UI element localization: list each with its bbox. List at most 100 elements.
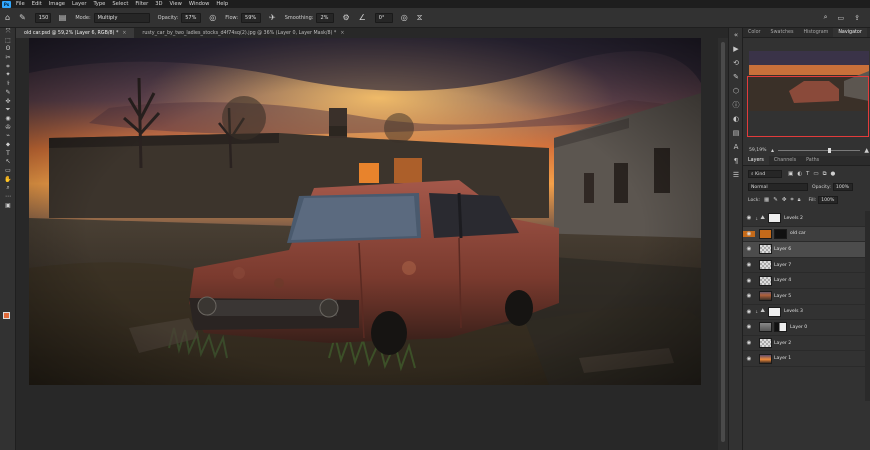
filter-toggle-icon[interactable]: ● xyxy=(831,171,836,177)
flow-input[interactable]: 59% xyxy=(241,12,262,23)
zoom-slider-knob[interactable] xyxy=(828,148,832,153)
pressure-opacity-icon[interactable]: ◎ xyxy=(209,13,216,22)
menu-layer[interactable]: Layer xyxy=(72,1,86,7)
zoom-in-icon[interactable]: ▲ xyxy=(864,147,869,154)
lock-all-icon[interactable]: 🔒︎ xyxy=(798,197,801,204)
layer-thumbnail[interactable] xyxy=(759,291,772,302)
share-icon[interactable]: ⇪ xyxy=(854,14,860,22)
adjustments-icon[interactable]: ◐ xyxy=(729,112,743,126)
document-tab-rusty-car[interactable]: rusty_car_by_two_ladies_stocks_d4f74sq(2… xyxy=(134,28,352,38)
layer-thumbnail[interactable] xyxy=(759,260,772,271)
navigator-view-frame[interactable] xyxy=(747,76,869,137)
filter-shape-icon[interactable]: ▭ xyxy=(813,171,818,177)
search-icon[interactable]: ⌕ xyxy=(824,13,828,22)
layer-thumbnail[interactable] xyxy=(759,244,772,255)
layer-row[interactable]: ◉ Layer 6 xyxy=(743,242,865,258)
filter-adjustment-icon[interactable]: ◐ xyxy=(797,171,802,177)
filter-smart-icon[interactable]: ⧉ xyxy=(823,171,827,178)
crop-tool-icon[interactable]: ✂ xyxy=(0,54,16,63)
visibility-eye-icon[interactable]: ◉ xyxy=(743,278,755,284)
visibility-eye-icon[interactable]: ◉ xyxy=(743,246,755,252)
layer-row[interactable]: ◉ Layer 2 xyxy=(743,336,865,352)
layer-mask-thumbnail[interactable] xyxy=(774,228,787,239)
quick-mask-icon[interactable]: ▣ xyxy=(0,202,16,211)
frame-tool-icon[interactable]: ⌗ xyxy=(0,63,16,72)
tab-histogram[interactable]: Histogram xyxy=(798,28,833,37)
visibility-eye-icon[interactable]: ◉ xyxy=(743,230,755,237)
properties-icon[interactable]: ▤ xyxy=(729,126,743,140)
lock-artboard-icon[interactable]: ⌗ xyxy=(790,197,793,204)
scrollbar-thumb[interactable] xyxy=(721,42,725,442)
brush-tool-icon[interactable]: ✎ xyxy=(19,13,26,22)
airbrush-icon[interactable]: ✈ xyxy=(269,13,276,22)
layer-name[interactable]: Levels 2 xyxy=(784,216,803,221)
canvas-scrollbar[interactable] xyxy=(718,38,728,450)
layer-row[interactable]: ◉ Layer 5 xyxy=(743,289,865,305)
layer-thumbnail[interactable] xyxy=(759,228,772,239)
layer-name[interactable]: Layer 6 xyxy=(774,247,791,252)
type-tool-icon[interactable]: T xyxy=(0,150,16,159)
menu-filter[interactable]: Filter xyxy=(135,1,148,7)
rectangle-tool-icon[interactable]: ▭ xyxy=(0,167,16,176)
layer-opacity-input[interactable]: 100% xyxy=(832,183,853,191)
zoom-out-icon[interactable]: ▴ xyxy=(771,147,774,154)
zoom-value[interactable]: 59,19% xyxy=(749,148,771,153)
menu-type[interactable]: Type xyxy=(93,1,105,7)
visibility-eye-icon[interactable]: ◉ xyxy=(743,293,755,299)
close-icon[interactable]: × xyxy=(122,31,126,36)
lock-position-icon[interactable]: ✥ xyxy=(782,197,787,203)
layer-row[interactable]: ◉ Layer 7 xyxy=(743,258,865,274)
menu-window[interactable]: Window xyxy=(189,1,209,7)
menu-edit[interactable]: Edit xyxy=(32,1,42,7)
layer-thumbnail[interactable] xyxy=(759,275,772,286)
symmetry-icon[interactable]: ⧖ xyxy=(417,13,423,23)
layer-name[interactable]: old car xyxy=(790,231,806,236)
visibility-eye-icon[interactable]: ◉ xyxy=(743,324,755,330)
move-tool-icon[interactable]: ⤧ xyxy=(0,28,16,37)
layer-row[interactable]: ◉ Layer 0 xyxy=(743,320,865,336)
dodge-tool-icon[interactable]: ⬥ xyxy=(0,141,16,150)
smoothing-settings-icon[interactable]: ⚙ xyxy=(342,13,349,22)
hand-tool-icon[interactable]: ✋ xyxy=(0,176,16,185)
layer-mask-thumbnail[interactable] xyxy=(767,306,781,317)
gradient-tool-icon[interactable]: ✇ xyxy=(0,124,16,133)
layers-scrollbar[interactable] xyxy=(865,211,870,401)
tab-swatches[interactable]: Swatches xyxy=(766,28,799,37)
opacity-input[interactable]: 57% xyxy=(181,12,202,23)
layer-name[interactable]: Levels 3 xyxy=(784,309,803,314)
menu-3d[interactable]: 3D xyxy=(155,1,162,7)
clone-stamp-tool-icon[interactable]: ✜ xyxy=(0,98,16,107)
character-icon[interactable]: A xyxy=(729,140,743,154)
tab-color[interactable]: Color xyxy=(743,28,766,37)
document-tab-old-car[interactable]: old car.psd @ 59,2% (Layer 6, RGB/8) * × xyxy=(16,28,135,38)
smoothing-input[interactable]: 2% xyxy=(316,12,335,23)
play-icon[interactable]: ▶ xyxy=(729,42,743,56)
path-selection-tool-icon[interactable]: ↖ xyxy=(0,158,16,167)
more-tools-icon[interactable]: ⋯ xyxy=(0,193,16,202)
document-canvas[interactable] xyxy=(29,38,701,385)
brush-tool-icon[interactable]: ✎ xyxy=(0,89,16,98)
layer-row[interactable]: ◉ ↓ ⛰ Levels 2 xyxy=(743,211,865,227)
lock-transparent-icon[interactable]: ▦ xyxy=(764,197,769,203)
layer-name[interactable]: Layer 4 xyxy=(774,278,791,283)
lock-image-icon[interactable]: ✎ xyxy=(773,197,778,203)
marquee-tool-icon[interactable]: ⬚ xyxy=(0,37,16,46)
layer-row[interactable]: ◉ old car xyxy=(743,226,865,243)
layer-name[interactable]: Layer 2 xyxy=(774,341,791,346)
visibility-eye-icon[interactable]: ◉ xyxy=(743,262,755,268)
menu-view[interactable]: View xyxy=(170,1,182,7)
layer-mask-thumbnail[interactable] xyxy=(767,213,781,224)
3d-icon[interactable]: ⬡ xyxy=(729,84,743,98)
visibility-eye-icon[interactable]: ◉ xyxy=(743,309,755,315)
workspace-icon[interactable]: ▭ xyxy=(838,14,845,22)
foreground-color-swatch[interactable] xyxy=(3,312,10,319)
eyedropper-tool-icon[interactable]: ✦ xyxy=(0,71,16,80)
zoom-slider[interactable] xyxy=(778,148,861,153)
libraries-icon[interactable]: ☰ xyxy=(729,168,743,182)
layer-name[interactable]: Layer 0 xyxy=(790,325,807,330)
brush-preset-icon[interactable]: ✎ xyxy=(729,70,743,84)
layer-mask-thumbnail[interactable] xyxy=(774,322,787,333)
fill-input[interactable]: 100% xyxy=(818,196,839,204)
layer-name[interactable]: Layer 7 xyxy=(774,263,791,268)
healing-tool-icon[interactable]: ⚕ xyxy=(0,80,16,89)
